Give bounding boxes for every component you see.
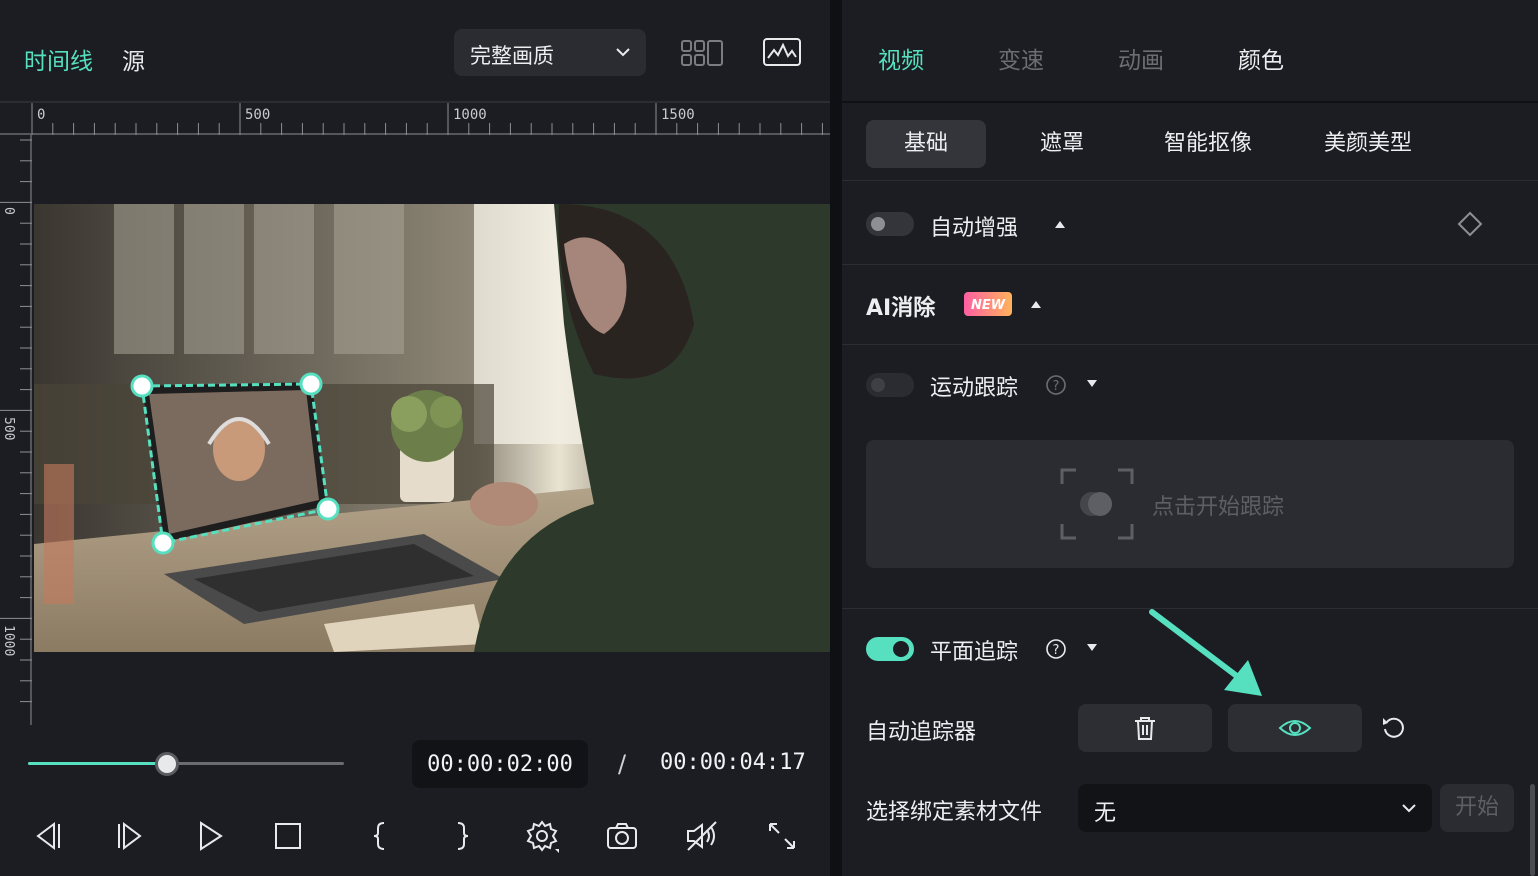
panel-scrollbar[interactable] [1530, 784, 1535, 876]
ruler-label-500: 500 [245, 107, 270, 123]
svg-text:NEW: NEW [971, 298, 1006, 313]
mark-out-icon [457, 822, 469, 850]
quality-dropdown[interactable]: 完整画质 [454, 29, 646, 76]
render-settings-button[interactable] [524, 818, 560, 854]
fullscreen-button[interactable] [764, 818, 800, 854]
divider [842, 344, 1538, 345]
pointer-arrow-icon [1149, 609, 1262, 696]
ai-remove-label: AI消除 [866, 296, 936, 321]
tab-source[interactable]: 源 [122, 42, 145, 76]
motion-tracking-label: 运动跟踪 [930, 376, 1019, 401]
auto-tracker-label: 自动追踪器 [866, 720, 977, 745]
auto-enhance-label: 自动增强 [930, 216, 1019, 241]
keyframe-diamond-icon[interactable] [1456, 210, 1484, 238]
preview-tracker-button[interactable] [1228, 704, 1362, 752]
player-header: 时间线 源 完整画质 [0, 0, 830, 102]
play-icon [200, 821, 223, 851]
bind-media-label: 选择绑定素材文件 [866, 800, 1043, 825]
svg-text:?: ? [1053, 379, 1060, 394]
play-button[interactable] [192, 818, 228, 854]
bind-media-value: 无 [1094, 801, 1117, 826]
caret-up-icon[interactable] [1030, 299, 1042, 309]
eye-icon [1278, 720, 1312, 736]
audio-mute-button[interactable] [684, 818, 720, 854]
mark-in-icon [373, 822, 385, 850]
audio-mute-icon [687, 821, 717, 851]
divider [842, 264, 1538, 265]
planar-tracking-label: 平面追踪 [930, 640, 1019, 665]
grid-layout-icon[interactable] [679, 38, 725, 68]
playback-progress-handle[interactable] [155, 752, 180, 776]
bind-media-select[interactable]: 无 [1078, 784, 1432, 832]
start-tracking-area[interactable]: 点击开始跟踪 [866, 440, 1514, 568]
stop-icon [275, 823, 301, 849]
stop-button[interactable] [270, 818, 306, 854]
current-timecode: 00:00:02:00 [427, 752, 573, 777]
playback-progress-fill [28, 762, 168, 765]
subtab-beauty[interactable]: 美颜美型 [1308, 120, 1428, 168]
start-button[interactable]: 开始 [1440, 784, 1514, 832]
delete-tracker-button[interactable] [1078, 704, 1212, 752]
caret-up-icon[interactable] [1054, 219, 1066, 229]
start-tracking-text: 点击开始跟踪 [1152, 495, 1285, 520]
settings-icon [526, 820, 559, 853]
mark-out-button[interactable] [444, 818, 480, 854]
ruler-label-1000: 1000 [453, 107, 487, 123]
vertical-ruler: 0 500 1000 [0, 135, 32, 725]
ruler-v-label-500: 500 [1, 417, 16, 440]
total-duration: 00:00:04:17 [660, 750, 806, 775]
prev-frame-icon [36, 822, 60, 850]
divider [842, 180, 1538, 181]
tab-timeline[interactable]: 时间线 [24, 42, 93, 76]
fullscreen-icon [769, 823, 795, 849]
quality-label: 完整画质 [470, 44, 554, 68]
property-panel: 视频 变速 动画 颜色 基础 遮罩 智能抠像 美颜美型 自动增强 AI消除 NE… [842, 0, 1538, 876]
help-icon[interactable]: ? [1045, 374, 1067, 396]
video-preview[interactable] [34, 204, 830, 652]
tab-animation[interactable]: 动画 [1118, 41, 1164, 75]
subtab-smart-cutout[interactable]: 智能抠像 [1148, 120, 1268, 168]
tab-speed[interactable]: 变速 [998, 41, 1044, 75]
chevron-down-icon [616, 48, 630, 57]
snapshot-button[interactable] [604, 818, 640, 854]
waveform-monitor-icon[interactable] [762, 36, 802, 68]
ruler-v-label-1000: 1000 [1, 625, 16, 656]
tab-color[interactable]: 颜色 [1238, 41, 1284, 75]
next-frame-button[interactable] [112, 818, 148, 854]
motion-tracking-toggle[interactable] [866, 373, 914, 397]
auto-enhance-toggle[interactable] [866, 212, 914, 236]
reset-icon[interactable] [1380, 714, 1408, 742]
subtab-basic[interactable]: 基础 [866, 120, 986, 168]
help-icon[interactable]: ? [1045, 638, 1067, 660]
planar-tracking-toggle[interactable] [866, 637, 914, 661]
ruler-v-label-0: 0 [1, 207, 16, 215]
new-badge: NEW [964, 292, 1012, 316]
current-timecode-field[interactable]: 00:00:02:00 [412, 740, 588, 788]
caret-down-icon[interactable] [1086, 643, 1098, 653]
caret-down-icon[interactable] [1086, 379, 1098, 389]
horizontal-ruler: 0 500 1000 1500 [0, 103, 830, 135]
svg-text:?: ? [1053, 643, 1060, 658]
mark-in-button[interactable] [362, 818, 398, 854]
snapshot-icon [607, 823, 637, 849]
next-frame-icon [118, 822, 142, 850]
subtab-mask[interactable]: 遮罩 [1012, 120, 1112, 168]
timecode-separator: / [618, 750, 627, 778]
divider [842, 101, 1538, 103]
tab-video[interactable]: 视频 [878, 41, 924, 75]
ruler-label-0: 0 [37, 107, 45, 123]
tracking-target-icon [1060, 468, 1134, 540]
chevron-down-icon [1402, 804, 1416, 813]
ruler-label-1500: 1500 [661, 107, 695, 123]
player-panel: 时间线 源 完整画质 0 500 1000 1500 0 500 1000 00… [0, 0, 830, 876]
trash-icon [1135, 717, 1155, 740]
prev-frame-button[interactable] [30, 818, 66, 854]
